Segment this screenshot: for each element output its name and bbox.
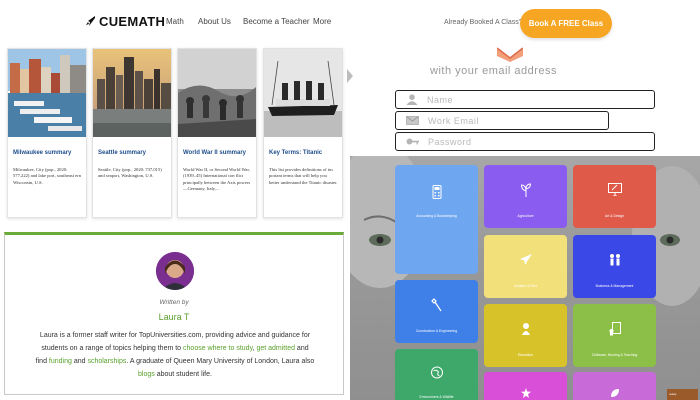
people-icon [609, 254, 620, 266]
category-tile-childcare[interactable]: Childcare, Nursing & Teaching [573, 304, 656, 367]
category-label: Agriculture [517, 214, 534, 218]
written-by-label: Written by [159, 299, 189, 306]
leaf-icon [610, 389, 619, 397]
plane-icon [519, 254, 532, 265]
category-label: Aviation & Pilot [514, 284, 537, 288]
seattle-thumbnail [93, 49, 171, 137]
get-admitted-link[interactable]: get admitted [256, 345, 295, 352]
name-placeholder: Name [427, 94, 454, 105]
blogs-link[interactable]: blogs [138, 371, 155, 378]
course-category-panel: Accounting & Bookkeeping Agriculture Art… [350, 156, 700, 400]
bio-text: and [294, 345, 309, 352]
article-card-seattle[interactable]: Seattle summary Seattle, City (pop., 202… [92, 48, 172, 218]
funding-link[interactable]: funding [49, 358, 72, 365]
work-email-field[interactable]: Work Email [395, 111, 609, 130]
globe-icon [430, 366, 443, 379]
category-label: Construction & Engineering [415, 329, 458, 333]
category-label: Art & Design [604, 214, 625, 218]
password-placeholder: Password [428, 136, 472, 147]
plant-icon [520, 183, 531, 197]
password-field[interactable]: Password [395, 132, 655, 151]
mail-icon [406, 116, 419, 125]
name-field[interactable]: Name [395, 90, 655, 109]
category-label: Environment & Wildlife [419, 395, 454, 399]
category-tile-environment[interactable]: Environment & Wildlife [395, 349, 478, 400]
category-tile-partial-magenta[interactable] [484, 372, 567, 400]
article-card-milwaukee[interactable]: Milwaukee summary Milwaukee, City (pop.,… [7, 48, 87, 218]
category-tile-education[interactable]: Education [484, 304, 567, 367]
category-label: Education [517, 353, 534, 357]
category-tile-accounting[interactable]: Accounting & Bookkeeping [395, 165, 478, 274]
bio-text: and [71, 358, 88, 365]
choose-where-to-study-link[interactable]: choose where to study [183, 345, 253, 352]
logo-text: CUEMATH [99, 14, 166, 29]
author-bio: Laura is a former staff writer for TopUn… [23, 329, 327, 381]
bio-text: find [35, 358, 49, 365]
bio-text: students on a range of topics helping th… [41, 345, 184, 352]
nav-item-become-a-teacher[interactable]: Become a Teacher [243, 17, 310, 26]
article-card-world-war-ii[interactable]: World War II summary World War II, or Se… [177, 48, 257, 218]
book-icon [609, 322, 621, 336]
category-tile-aviation[interactable]: Aviation & Pilot [484, 235, 567, 298]
card-summary: World War II, or Second World War, (1939… [183, 167, 251, 192]
titanic-thumbnail [264, 49, 342, 137]
category-tile-partial-violet[interactable] [573, 372, 656, 400]
star-icon [520, 388, 531, 398]
key-icon [406, 138, 419, 145]
card-title[interactable]: Key Terms: Titanic [269, 149, 338, 157]
card-title[interactable]: World War II summary [183, 149, 252, 157]
tools-icon [430, 298, 441, 312]
top-navigation-bar: CUEMATH Math About Us Become a Teacher M… [0, 0, 700, 46]
world-war-ii-thumbnail [178, 49, 256, 137]
author-box: Written by Laura T Laura is a former sta… [4, 232, 344, 395]
nav-item-about-us[interactable]: About Us [198, 17, 231, 26]
corner-badge[interactable]: ready [667, 389, 698, 400]
already-booked-link[interactable]: Already Booked A Class? [444, 19, 523, 26]
work-email-placeholder: Work Email [428, 115, 479, 126]
card-title[interactable]: Seattle summary [98, 149, 167, 157]
category-label: Childcare, Nursing & Teaching [591, 353, 638, 357]
card-summary: This list provides definitions of im por… [269, 167, 338, 185]
nav-item-math[interactable]: Math [166, 17, 184, 26]
email-envelope-icon [497, 47, 523, 62]
card-summary: Milwaukee, City (pop., 2020: 577,222) an… [13, 167, 81, 185]
grad-icon [521, 323, 530, 335]
card-summary: Seattle, City (pop., 2020: 737,015) and … [98, 167, 162, 179]
nav-item-more[interactable]: More [313, 17, 331, 26]
author-avatar [156, 252, 194, 290]
scholarships-link[interactable]: scholarships [87, 358, 126, 365]
author-name-link[interactable]: Laura T [5, 312, 343, 322]
cuemath-logo[interactable]: CUEMATH [86, 14, 165, 29]
milwaukee-thumbnail [8, 49, 86, 137]
category-tile-business[interactable]: Business & Management [573, 235, 656, 298]
category-tile-agriculture[interactable]: Agriculture [484, 165, 567, 228]
rocket-icon [86, 16, 95, 26]
category-tile-art-design[interactable]: Art & Design [573, 165, 656, 228]
bio-text: about student life. [154, 371, 212, 378]
bio-text: . A graduate of Queen Mary University of… [126, 358, 315, 365]
category-tile-construction[interactable]: Construction & Engineering [395, 280, 478, 343]
card-title[interactable]: Milwaukee summary [13, 149, 82, 157]
category-label: Accounting & Bookkeeping [416, 214, 457, 218]
carousel-next-arrow-icon[interactable] [347, 69, 353, 83]
user-icon [406, 94, 418, 105]
bio-text: Laura is a former staff writer for TopUn… [39, 332, 311, 339]
article-card-titanic[interactable]: Key Terms: Titanic This list provides de… [263, 48, 343, 218]
monitor-icon [607, 183, 622, 196]
book-free-class-button[interactable]: Book A FREE Class [520, 9, 612, 38]
calculator-icon [432, 185, 441, 199]
signup-heading: with your email address [430, 65, 558, 77]
category-label: Business & Management [595, 284, 634, 288]
